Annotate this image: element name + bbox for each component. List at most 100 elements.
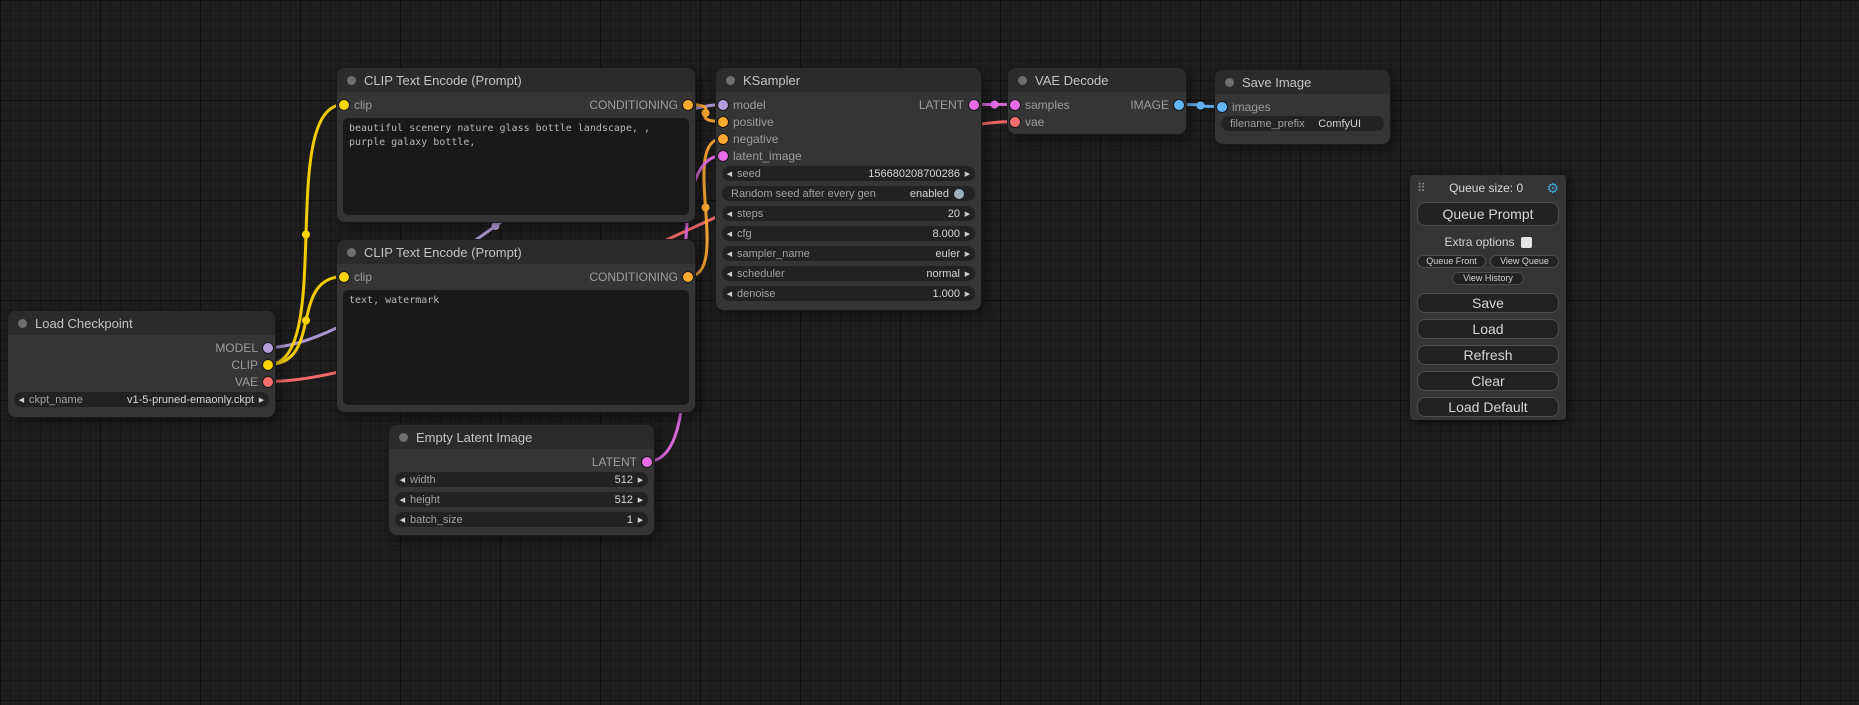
- toggle-knob-icon[interactable]: [954, 189, 964, 199]
- decrement-arrow-icon[interactable]: ◀: [395, 496, 410, 504]
- node-ksampler[interactable]: KSampler model LATENT positive negative …: [716, 68, 981, 310]
- increment-arrow-icon[interactable]: ▶: [254, 396, 269, 404]
- node-save-image[interactable]: Save Image images filename_prefix ComfyU…: [1215, 70, 1390, 144]
- node-header[interactable]: KSampler: [716, 68, 981, 92]
- increment-arrow-icon[interactable]: ▶: [960, 270, 975, 278]
- model-output-port[interactable]: [263, 343, 273, 353]
- images-input-port[interactable]: [1217, 102, 1227, 112]
- decrement-arrow-icon[interactable]: ◀: [722, 170, 737, 178]
- negative-prompt-textarea[interactable]: text, watermark: [343, 290, 689, 405]
- menu-header: ⠿ Queue size: 0 ⚙: [1417, 180, 1559, 196]
- height-widget[interactable]: ◀ height 512 ▶: [395, 492, 648, 507]
- node-header[interactable]: VAE Decode: [1008, 68, 1186, 92]
- widget-value: 512: [615, 494, 633, 506]
- collapse-dot-icon[interactable]: [347, 76, 356, 85]
- increment-arrow-icon[interactable]: ▶: [633, 516, 648, 524]
- node-header[interactable]: CLIP Text Encode (Prompt): [337, 240, 695, 264]
- decrement-arrow-icon[interactable]: ◀: [395, 476, 410, 484]
- scheduler-widget[interactable]: ◀ scheduler normal ▶: [722, 266, 975, 281]
- slot-row-model: model LATENT: [716, 96, 981, 113]
- latent-image-input-port[interactable]: [718, 151, 728, 161]
- decrement-arrow-icon[interactable]: ◀: [722, 210, 737, 218]
- collapse-dot-icon[interactable]: [347, 248, 356, 257]
- load-button[interactable]: Load: [1417, 319, 1559, 339]
- save-button[interactable]: Save: [1417, 293, 1559, 313]
- settings-gear-icon[interactable]: ⚙: [1546, 180, 1559, 197]
- latent-output-port[interactable]: [969, 100, 979, 110]
- increment-arrow-icon[interactable]: ▶: [960, 210, 975, 218]
- collapse-dot-icon[interactable]: [1018, 76, 1027, 85]
- node-clip-text-encode-negative[interactable]: CLIP Text Encode (Prompt) clip CONDITION…: [337, 240, 695, 412]
- widget-label: cfg: [737, 228, 752, 240]
- slot-row: clip CONDITIONING: [337, 96, 695, 113]
- collapse-dot-icon[interactable]: [18, 319, 27, 328]
- queue-prompt-button[interactable]: Queue Prompt: [1417, 202, 1559, 226]
- collapse-dot-icon[interactable]: [1225, 78, 1234, 87]
- decrement-arrow-icon[interactable]: ◀: [722, 250, 737, 258]
- steps-widget[interactable]: ◀ steps 20 ▶: [722, 206, 975, 221]
- decrement-arrow-icon[interactable]: ◀: [722, 230, 737, 238]
- node-vae-decode[interactable]: VAE Decode samples IMAGE vae: [1008, 68, 1186, 134]
- increment-arrow-icon[interactable]: ▶: [960, 250, 975, 258]
- decrement-arrow-icon[interactable]: ◀: [395, 516, 410, 524]
- clear-button[interactable]: Clear: [1417, 371, 1559, 391]
- width-widget[interactable]: ◀ width 512 ▶: [395, 472, 648, 487]
- sampler-name-widget[interactable]: ◀ sampler_name euler ▶: [722, 246, 975, 261]
- positive-input-port[interactable]: [718, 117, 728, 127]
- cfg-widget[interactable]: ◀ cfg 8.000 ▶: [722, 226, 975, 241]
- negative-input-port[interactable]: [718, 134, 728, 144]
- queue-front-button[interactable]: Queue Front: [1417, 255, 1486, 268]
- random-seed-toggle-widget[interactable]: Random seed after every gen enabled: [722, 186, 975, 201]
- clip-output-port[interactable]: [263, 360, 273, 370]
- image-output-port[interactable]: [1174, 100, 1184, 110]
- node-clip-text-encode-positive[interactable]: CLIP Text Encode (Prompt) clip CONDITION…: [337, 68, 695, 222]
- refresh-button[interactable]: Refresh: [1417, 345, 1559, 365]
- widget-value: 156680208700286: [868, 168, 960, 180]
- decrement-arrow-icon[interactable]: ◀: [14, 396, 29, 404]
- view-history-button[interactable]: View History: [1452, 272, 1524, 285]
- conditioning-output-port[interactable]: [683, 100, 693, 110]
- increment-arrow-icon[interactable]: ▶: [633, 496, 648, 504]
- node-title: KSampler: [743, 73, 800, 88]
- widget-value: normal: [926, 268, 960, 280]
- output-label: CONDITIONING: [589, 98, 678, 112]
- denoise-widget[interactable]: ◀ denoise 1.000 ▶: [722, 286, 975, 301]
- positive-prompt-textarea[interactable]: beautiful scenery nature glass bottle la…: [343, 118, 689, 215]
- clip-input-port[interactable]: [339, 272, 349, 282]
- samples-input-port[interactable]: [1010, 100, 1020, 110]
- collapse-dot-icon[interactable]: [399, 433, 408, 442]
- model-input-port[interactable]: [718, 100, 728, 110]
- clip-input-port[interactable]: [339, 100, 349, 110]
- filename-prefix-widget[interactable]: filename_prefix ComfyUI: [1221, 116, 1384, 131]
- view-queue-button[interactable]: View Queue: [1490, 255, 1559, 268]
- node-header[interactable]: Save Image: [1215, 70, 1390, 94]
- extra-options-checkbox[interactable]: [1521, 237, 1532, 248]
- increment-arrow-icon[interactable]: ▶: [960, 290, 975, 298]
- latent-output-port[interactable]: [642, 457, 652, 467]
- node-header[interactable]: Empty Latent Image: [389, 425, 654, 449]
- increment-arrow-icon[interactable]: ▶: [960, 230, 975, 238]
- batch-size-widget[interactable]: ◀ batch_size 1 ▶: [395, 512, 648, 527]
- drag-handle-icon[interactable]: ⠿: [1417, 181, 1426, 195]
- vae-input-port[interactable]: [1010, 117, 1020, 127]
- decrement-arrow-icon[interactable]: ◀: [722, 270, 737, 278]
- widget-value: 20: [948, 208, 960, 220]
- collapse-dot-icon[interactable]: [726, 76, 735, 85]
- increment-arrow-icon[interactable]: ▶: [633, 476, 648, 484]
- ckpt-name-widget[interactable]: ◀ ckpt_name v1-5-pruned-emaonly.ckpt ▶: [14, 392, 269, 407]
- load-default-button[interactable]: Load Default: [1417, 397, 1559, 417]
- node-header[interactable]: Load Checkpoint: [8, 311, 275, 335]
- node-header[interactable]: CLIP Text Encode (Prompt): [337, 68, 695, 92]
- node-empty-latent-image[interactable]: Empty Latent Image LATENT ◀ width 512 ▶ …: [389, 425, 654, 535]
- input-label: clip: [354, 98, 372, 112]
- output-label: MODEL: [215, 341, 258, 355]
- vae-output-port[interactable]: [263, 377, 273, 387]
- input-label: positive: [733, 115, 774, 129]
- increment-arrow-icon[interactable]: ▶: [960, 170, 975, 178]
- input-label: negative: [733, 132, 778, 146]
- decrement-arrow-icon[interactable]: ◀: [722, 290, 737, 298]
- node-load-checkpoint[interactable]: Load Checkpoint MODEL CLIP VAE ◀ ckpt_na…: [8, 311, 275, 417]
- conditioning-output-port[interactable]: [683, 272, 693, 282]
- seed-widget[interactable]: ◀ seed 156680208700286 ▶: [722, 166, 975, 181]
- widget-label: filename_prefix: [1230, 118, 1305, 130]
